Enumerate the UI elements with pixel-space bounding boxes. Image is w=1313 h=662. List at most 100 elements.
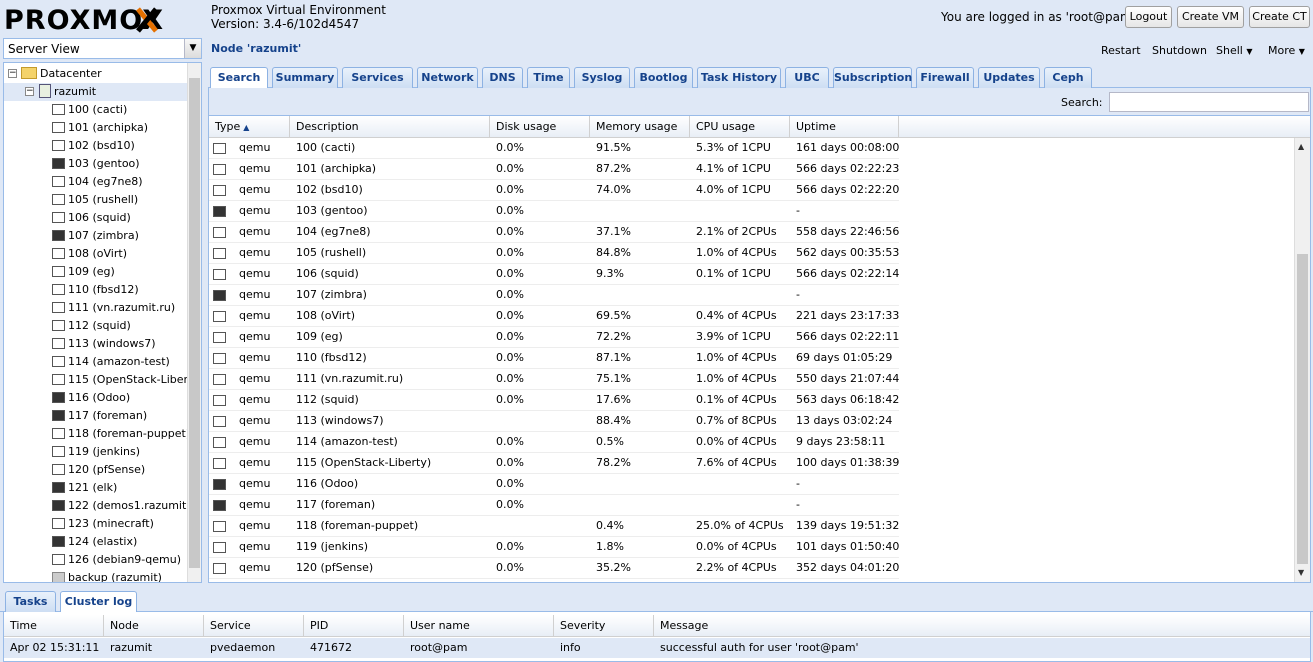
tree-item-vm[interactable]: 121 (elk) xyxy=(52,479,117,497)
tab-network[interactable]: Network xyxy=(417,67,478,88)
table-row[interactable]: qemu 118 (foreman-puppet) 0.4% 25.0% of 4CP… xyxy=(209,516,899,537)
table-row[interactable]: qemu 114 (amazon-test) 0.0% 0.5% 0.0% of 4CP… xyxy=(209,432,899,453)
tab-updates[interactable]: Updates xyxy=(978,67,1040,88)
tab-task-history[interactable]: Task History xyxy=(697,67,781,88)
view-select[interactable]: Server View ▼ xyxy=(3,38,202,59)
table-row[interactable]: qemu 113 (windows7) 88.4% 0.7% of 8CPUs 13 d… xyxy=(209,411,899,432)
column-header-time[interactable]: Time xyxy=(4,615,104,637)
logout-button[interactable]: Logout xyxy=(1125,6,1172,28)
tree-item-vm[interactable]: 105 (rushell) xyxy=(52,191,138,209)
tree-item-vm[interactable]: 118 (foreman-puppet) xyxy=(52,425,190,443)
tree-item-vm[interactable]: 111 (vn.razumit.ru) xyxy=(52,299,175,317)
tree-item-vm[interactable]: 116 (Odoo) xyxy=(52,389,130,407)
tab-syslog[interactable]: Syslog xyxy=(574,67,630,88)
tree-item-vm[interactable]: backup (razumit) xyxy=(52,569,162,582)
tree-scrollbar-thumb[interactable] xyxy=(189,78,200,568)
log-row[interactable]: Apr 02 15:31:11 razumit pvedaemon 471672… xyxy=(4,638,1310,658)
table-row[interactable]: qemu 106 (squid) 0.0% 9.3% 0.1% of 1CPU 566 d… xyxy=(209,264,899,285)
cell-uptime: 566 days 02:22:14 xyxy=(796,267,900,280)
tree-item-vm[interactable]: 114 (amazon-test) xyxy=(52,353,170,371)
column-header-uptime[interactable]: Uptime xyxy=(790,116,899,138)
search-input[interactable] xyxy=(1109,92,1309,112)
tab-firewall[interactable]: Firewall xyxy=(916,67,974,88)
table-row[interactable]: qemu 103 (gentoo) 0.0% - xyxy=(209,201,899,222)
table-row[interactable]: qemu 104 (eg7ne8) 0.0% 37.1% 2.1% of 2CPUs 55… xyxy=(209,222,899,243)
tree-item-vm[interactable]: 112 (squid) xyxy=(52,317,131,335)
tree-item-vm[interactable]: 101 (archipka) xyxy=(52,119,148,137)
tree-item-vm[interactable]: 119 (jenkins) xyxy=(52,443,140,461)
column-header-type[interactable]: Type ▲ xyxy=(209,116,290,138)
tree-item-node[interactable]: − razumit xyxy=(4,83,188,101)
scroll-up-icon[interactable]: ▲ xyxy=(1298,142,1304,151)
create-vm-button[interactable]: Create VM xyxy=(1177,6,1244,28)
tab-bootlog[interactable]: Bootlog xyxy=(634,67,693,88)
tree-item-vm[interactable]: 109 (eg) xyxy=(52,263,115,281)
grid-scrollbar-thumb[interactable] xyxy=(1297,254,1308,564)
tab-search[interactable]: Search xyxy=(210,67,268,89)
table-row[interactable]: qemu 115 (OpenStack-Liberty) 0.0% 78.2% 7.6%… xyxy=(209,453,899,474)
column-header-severity[interactable]: Severity xyxy=(554,615,654,637)
grid-scrollbar[interactable]: ▲ ▼ xyxy=(1294,138,1310,582)
cell-type: qemu xyxy=(239,351,271,364)
tab-tasks[interactable]: Tasks xyxy=(5,591,56,612)
table-row[interactable]: qemu 111 (vn.razumit.ru) 0.0% 75.1% 1.0% of … xyxy=(209,369,899,390)
collapse-icon[interactable]: − xyxy=(25,87,34,96)
tree-item-vm[interactable]: 126 (debian9-qemu) xyxy=(52,551,181,569)
tab-dns[interactable]: DNS xyxy=(482,67,523,88)
tab-ubc[interactable]: UBC xyxy=(785,67,829,88)
tree-item-vm[interactable]: 117 (foreman) xyxy=(52,407,147,425)
column-header-cpu[interactable]: CPU usage xyxy=(690,116,790,138)
scroll-down-icon[interactable]: ▼ xyxy=(1298,568,1304,577)
tree-item-vm[interactable]: 107 (zimbra) xyxy=(52,227,139,245)
shutdown-button[interactable]: Shutdown xyxy=(1152,44,1207,57)
table-row[interactable]: qemu 105 (rushell) 0.0% 84.8% 1.0% of 4CPUs 5… xyxy=(209,243,899,264)
column-header-disk[interactable]: Disk usage xyxy=(490,116,590,138)
column-header-pid[interactable]: PID xyxy=(304,615,404,637)
tree-item-vm[interactable]: 123 (minecraft) xyxy=(52,515,154,533)
tree-item-vm[interactable]: 108 (oVirt) xyxy=(52,245,127,263)
chevron-down-icon[interactable]: ▼ xyxy=(184,39,201,58)
table-row[interactable]: qemu 101 (archipka) 0.0% 87.2% 4.1% of 1CPU 5… xyxy=(209,159,899,180)
table-row[interactable]: qemu 119 (jenkins) 0.0% 1.8% 0.0% of 4CPUs 10… xyxy=(209,537,899,558)
tree-item-vm[interactable]: 124 (elastix) xyxy=(52,533,137,551)
column-header-node[interactable]: Node xyxy=(104,615,204,637)
table-row[interactable]: qemu 100 (cacti) 0.0% 91.5% 5.3% of 1CPU 161 … xyxy=(209,138,899,159)
table-row[interactable]: qemu 107 (zimbra) 0.0% - xyxy=(209,285,899,306)
tree-item-vm[interactable]: 113 (windows7) xyxy=(52,335,156,353)
table-row[interactable]: qemu 120 (pfSense) 0.0% 35.2% 2.2% of 4CPUs 3… xyxy=(209,558,899,579)
tree-item-vm[interactable]: 120 (pfSense) xyxy=(52,461,145,479)
tab-summary[interactable]: Summary xyxy=(272,67,338,88)
table-row[interactable]: qemu 102 (bsd10) 0.0% 74.0% 4.0% of 1CPU 566 … xyxy=(209,180,899,201)
table-row[interactable]: qemu 112 (squid) 0.0% 17.6% 0.1% of 4CPUs 563… xyxy=(209,390,899,411)
tree-item-vm[interactable]: 115 (OpenStack-Liberty xyxy=(52,371,199,389)
column-header-message[interactable]: Message xyxy=(654,615,1310,637)
table-row[interactable]: qemu 110 (fbsd12) 0.0% 87.1% 1.0% of 4CPUs 69… xyxy=(209,348,899,369)
column-header-description[interactable]: Description xyxy=(290,116,490,138)
table-row[interactable]: qemu 117 (foreman) 0.0% - xyxy=(209,495,899,516)
table-row[interactable]: qemu 108 (oVirt) 0.0% 69.5% 0.4% of 4CPUs 221… xyxy=(209,306,899,327)
restart-button[interactable]: Restart xyxy=(1101,44,1141,57)
tree-item-datacenter[interactable]: − Datacenter xyxy=(8,65,102,83)
tree-item-vm[interactable]: 104 (eg7ne8) xyxy=(52,173,143,191)
tree-item-vm[interactable]: 122 (demos1.razumit.ru xyxy=(52,497,201,515)
tab-subscription[interactable]: Subscription xyxy=(833,67,912,88)
tab-ceph[interactable]: Ceph xyxy=(1044,67,1092,88)
table-row[interactable]: qemu 109 (eg) 0.0% 72.2% 3.9% of 1CPU 566 day… xyxy=(209,327,899,348)
create-ct-button[interactable]: Create CT xyxy=(1249,6,1310,28)
tree-item-vm[interactable]: 102 (bsd10) xyxy=(52,137,135,155)
column-header-service[interactable]: Service xyxy=(204,615,304,637)
tree-item-vm[interactable]: 103 (gentoo) xyxy=(52,155,140,173)
collapse-icon[interactable]: − xyxy=(8,69,17,78)
tree-item-vm[interactable]: 106 (squid) xyxy=(52,209,131,227)
tab-services[interactable]: Services xyxy=(342,67,413,88)
tab-time[interactable]: Time xyxy=(527,67,570,88)
tree-item-vm[interactable]: 110 (fbsd12) xyxy=(52,281,139,299)
tree-scrollbar[interactable] xyxy=(187,63,201,582)
column-header-username[interactable]: User name xyxy=(404,615,554,637)
table-row[interactable]: qemu 116 (Odoo) 0.0% - xyxy=(209,474,899,495)
column-header-memory[interactable]: Memory usage xyxy=(590,116,690,138)
more-button[interactable]: More ▼ xyxy=(1268,44,1305,57)
tab-cluster-log[interactable]: Cluster log xyxy=(60,591,137,612)
shell-button[interactable]: Shell ▼ xyxy=(1216,44,1253,57)
tree-item-vm[interactable]: 100 (cacti) xyxy=(52,101,127,119)
